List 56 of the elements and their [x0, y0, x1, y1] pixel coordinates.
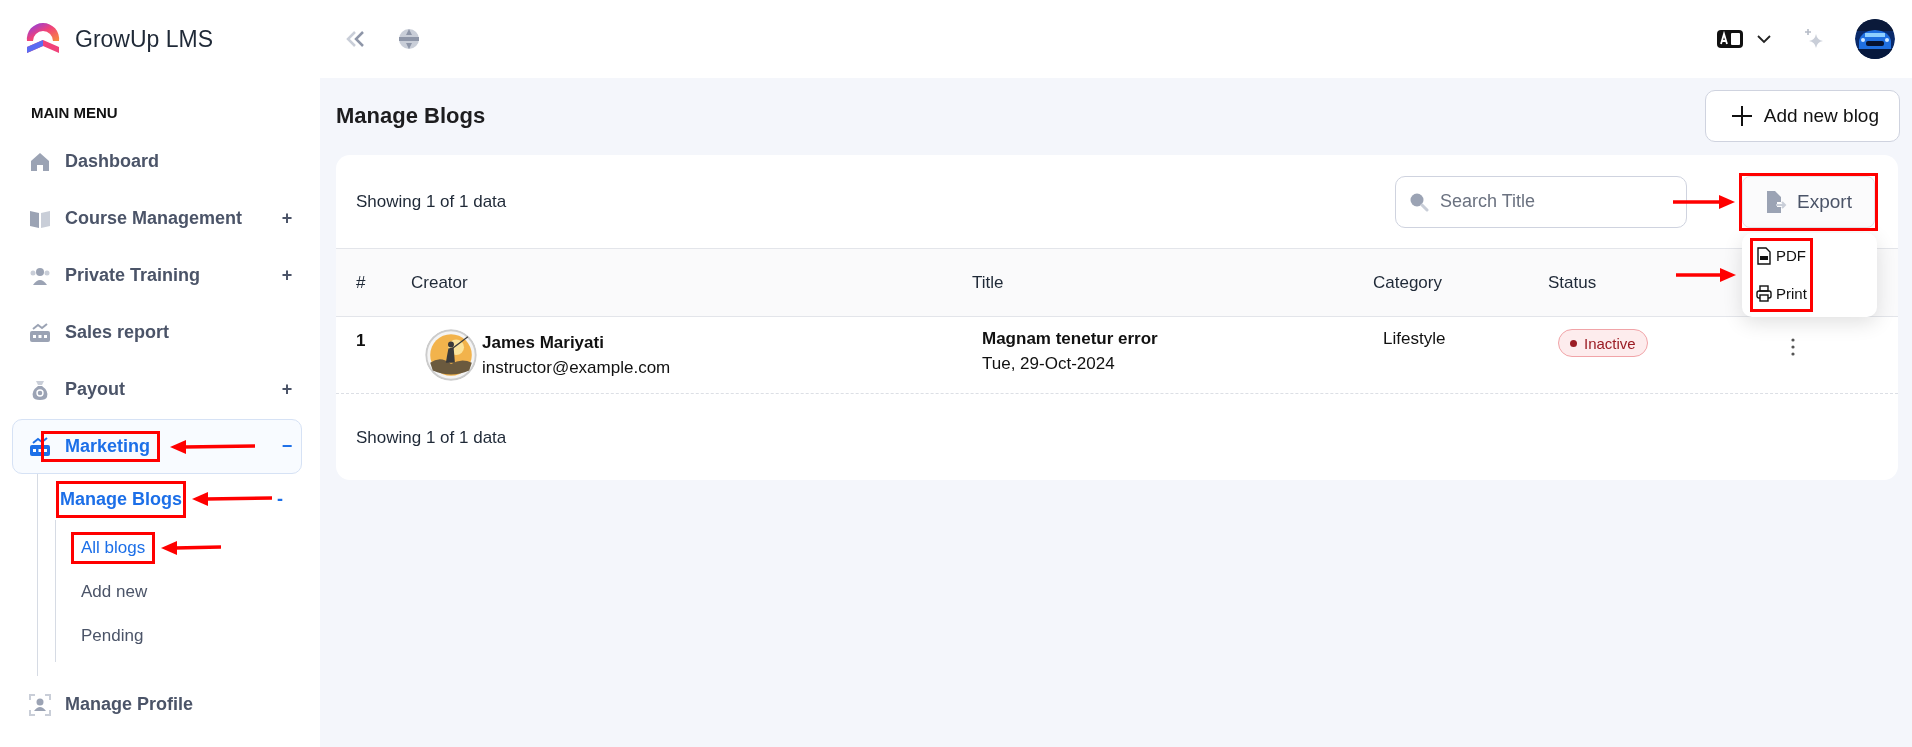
export-option[interactable]: Print: [1756, 284, 1807, 303]
translate-icon[interactable]: [1717, 29, 1743, 49]
more-options-icon[interactable]: [1791, 337, 1795, 357]
status-badge: Inactive: [1558, 329, 1648, 357]
menu-item[interactable]: Course Management +: [12, 190, 302, 247]
submenu-link[interactable]: All blogs: [56, 526, 302, 570]
export-file-icon: [1765, 189, 1788, 214]
active-menu-item[interactable]: Marketing −: [12, 419, 302, 474]
expand-toggle[interactable]: +: [273, 379, 301, 400]
collapse-toggle[interactable]: -: [266, 488, 294, 510]
page-title: Manage Blogs: [336, 103, 486, 129]
menu-heading: MAIN MENU: [31, 103, 119, 123]
search-icon: [1409, 191, 1429, 212]
results-summary: Showing 1 of 1 data: [356, 427, 507, 448]
export-button[interactable]: Export: [1742, 175, 1875, 228]
menu-item[interactable]: Payout +: [12, 361, 302, 418]
menu-item[interactable]: Private Training +: [12, 247, 302, 304]
annotation-arrow: [1676, 267, 1736, 282]
export-option[interactable]: PDF: [1756, 246, 1807, 265]
printer-icon: [1756, 284, 1772, 303]
plus-icon: [1731, 106, 1752, 126]
annotation-arrow: [161, 541, 222, 555]
globe-icon[interactable]: [398, 28, 420, 50]
results-summary: Showing 1 of 1 data: [356, 191, 507, 212]
annotation-arrow: [1673, 194, 1735, 209]
submenu-link[interactable]: Pending: [56, 614, 302, 658]
category-cell: Lifestyle: [1383, 329, 1446, 348]
profile-icon: [29, 693, 51, 716]
expand-toggle[interactable]: +: [273, 208, 301, 229]
menu-item[interactable]: Dashboard: [12, 133, 302, 190]
column-header: Creator: [411, 272, 468, 293]
search-field[interactable]: Search Title: [1395, 175, 1687, 228]
expand-toggle[interactable]: +: [273, 265, 301, 286]
blog-title: Magnam tenetur error: [982, 329, 1159, 349]
pdf-file-icon: [1756, 246, 1772, 265]
column-header: #: [356, 272, 366, 293]
submenu-link[interactable]: Add new: [56, 570, 302, 614]
menu-item[interactable]: Sales report: [12, 304, 302, 361]
submenu-item[interactable]: Manage Blogs -: [38, 478, 302, 520]
column-header: Status: [1548, 272, 1597, 293]
cash-register-icon: [29, 321, 51, 344]
creator-email: instructor@example.com: [482, 357, 671, 378]
status-dot-icon: [1570, 339, 1577, 347]
collapse-toggle[interactable]: −: [273, 436, 301, 457]
add-blog-button[interactable]: Add new blog: [1704, 90, 1900, 142]
brand-name: GrowUp LMS: [75, 25, 214, 53]
menu-item[interactable]: Manage Profile: [12, 676, 302, 733]
blog-date: Tue, 29-Oct-2024: [982, 354, 1116, 374]
home-icon: [29, 150, 51, 173]
creator-name: James Mariyati: [482, 332, 605, 353]
chevron-down-icon[interactable]: [1757, 34, 1771, 44]
collapse-sidebar-icon[interactable]: [346, 31, 366, 47]
column-header: Title: [972, 272, 1004, 293]
column-header: Category: [1373, 272, 1442, 293]
row-number: 1: [356, 330, 367, 351]
chart-register-icon: [29, 435, 51, 458]
